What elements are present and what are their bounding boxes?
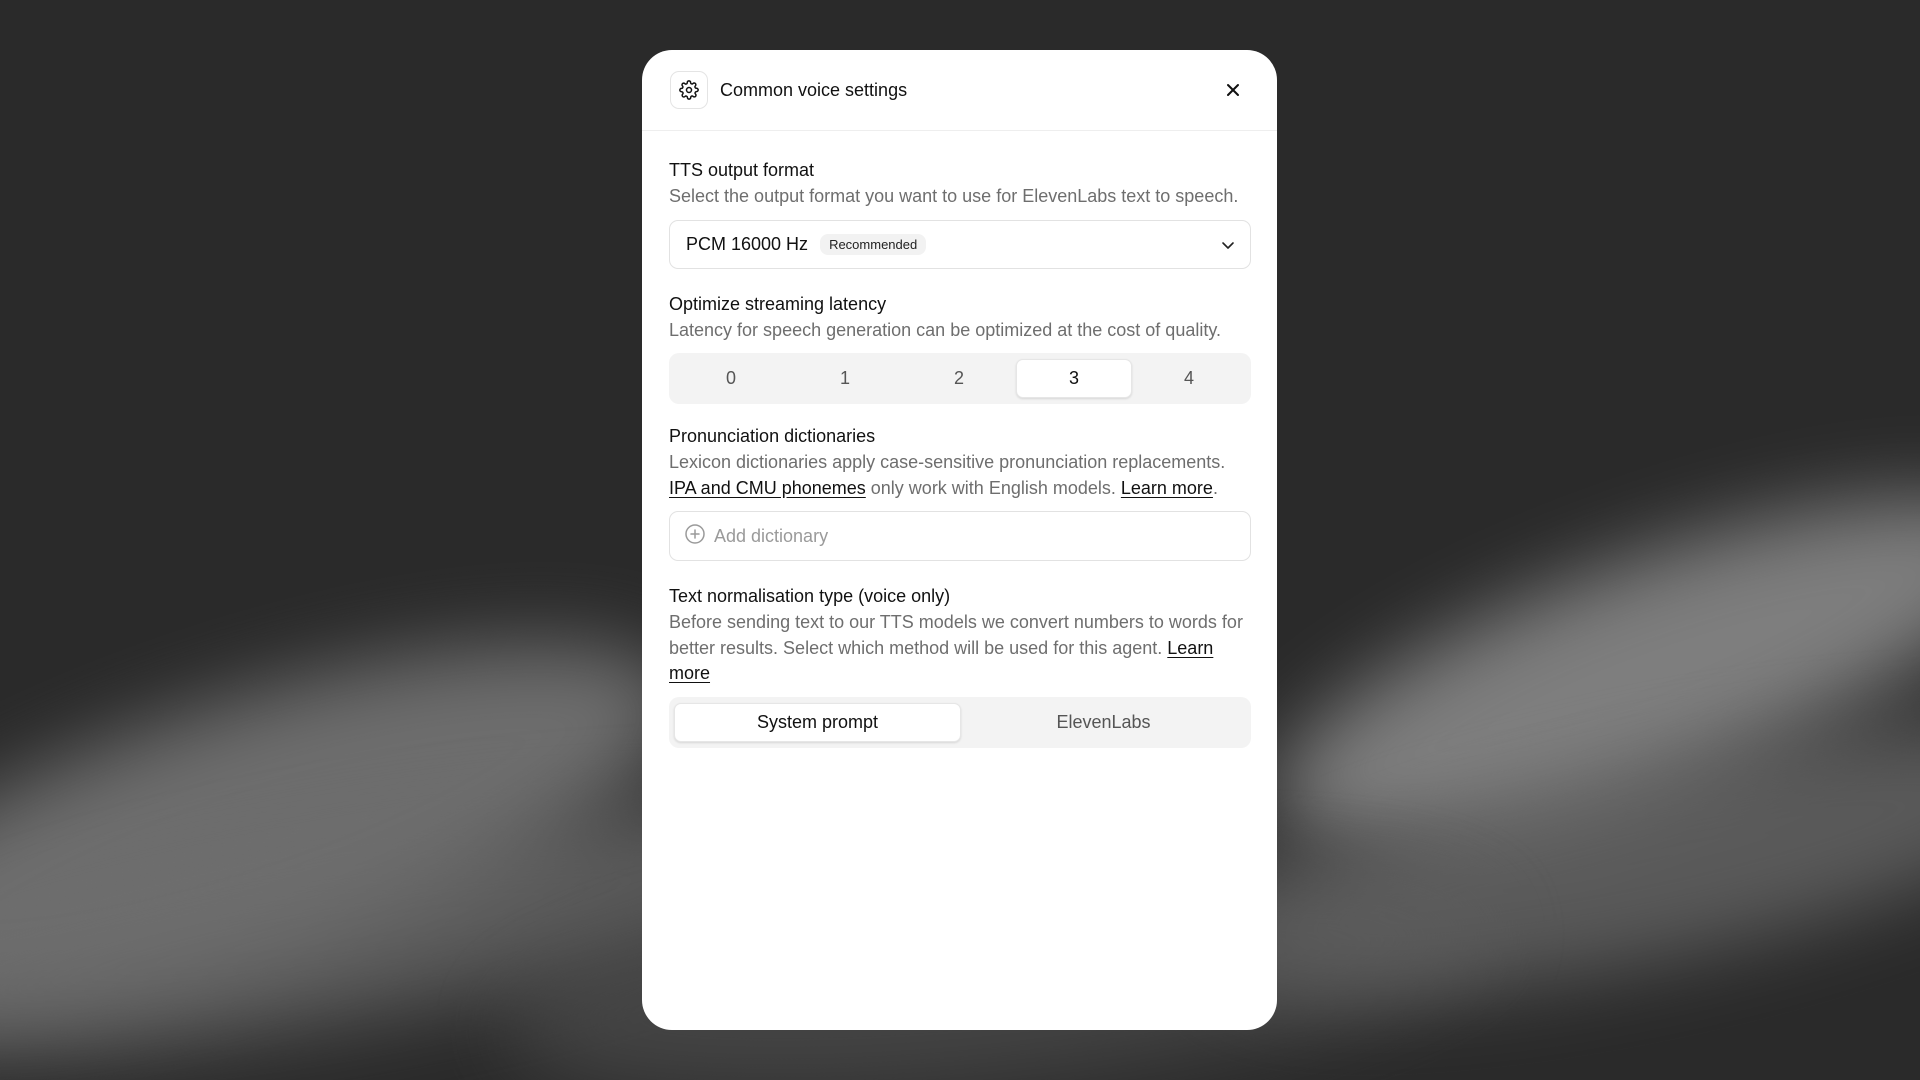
chevron-down-icon (1220, 237, 1236, 258)
dictionaries-section: Pronunciation dictionaries Lexicon dicti… (669, 424, 1251, 561)
normalisation-desc-text: Before sending text to our TTS models we… (669, 612, 1243, 658)
latency-description: Latency for speech generation can be opt… (669, 319, 1222, 340)
dictionaries-desc-part2: only work with English models. (865, 477, 1121, 498)
tts-format-title: TTS output format (669, 160, 815, 180)
latency-option-4[interactable]: 4 (1132, 359, 1246, 398)
latency-section: Optimize streaming latency Latency for s… (669, 292, 1251, 404)
panel-header: Common voice settings (642, 50, 1277, 131)
tts-format-value: PCM 16000 Hz (686, 233, 809, 254)
latency-segmented-control: 0 1 2 3 4 (669, 353, 1251, 404)
dictionaries-description: Lexicon dictionaries apply case-sensitiv… (669, 450, 1251, 501)
latency-option-3[interactable]: 3 (1016, 359, 1132, 398)
normalisation-option-system-prompt[interactable]: System prompt (674, 702, 961, 742)
add-dictionary-button[interactable]: Add dictionary (669, 511, 1251, 561)
dictionaries-title: Pronunciation dictionaries (669, 426, 876, 446)
latency-title: Optimize streaming latency (669, 293, 887, 314)
tts-format-description: Select the output format you want to use… (669, 186, 1239, 206)
latency-option-0[interactable]: 0 (674, 359, 788, 398)
tts-format-section: TTS output format Select the output form… (669, 158, 1251, 269)
dictionaries-desc-part1: Lexicon dictionaries apply case-sensitiv… (669, 452, 1226, 472)
latency-option-2[interactable]: 2 (902, 359, 1016, 398)
voice-settings-panel: Common voice settings TTS output format … (642, 50, 1277, 1030)
tts-format-select[interactable]: PCM 16000 Hz Recommended (669, 219, 1251, 269)
normalisation-title: Text normalisation type (voice only) (669, 586, 951, 606)
normalisation-section: Text normalisation type (voice only) Bef… (669, 584, 1251, 748)
latency-option-1[interactable]: 1 (788, 359, 902, 398)
normalisation-segmented-control: System prompt ElevenLabs (669, 696, 1251, 748)
gear-icon (670, 71, 708, 109)
panel-content: TTS output format Select the output form… (642, 158, 1277, 748)
dictionaries-desc-part3: . (1212, 477, 1218, 498)
ipa-cmu-link[interactable]: IPA and CMU phonemes (669, 478, 866, 498)
close-icon[interactable] (1223, 80, 1243, 100)
dictionaries-learn-more-link[interactable]: Learn more (1121, 478, 1213, 498)
recommended-badge: Recommended (820, 233, 927, 255)
add-dictionary-label: Add dictionary (714, 525, 829, 546)
panel-title: Common voice settings (720, 80, 908, 100)
normalisation-option-elevenlabs[interactable]: ElevenLabs (961, 703, 1246, 742)
plus-circle-icon (684, 523, 706, 550)
normalisation-description: Before sending text to our TTS models we… (669, 610, 1251, 687)
